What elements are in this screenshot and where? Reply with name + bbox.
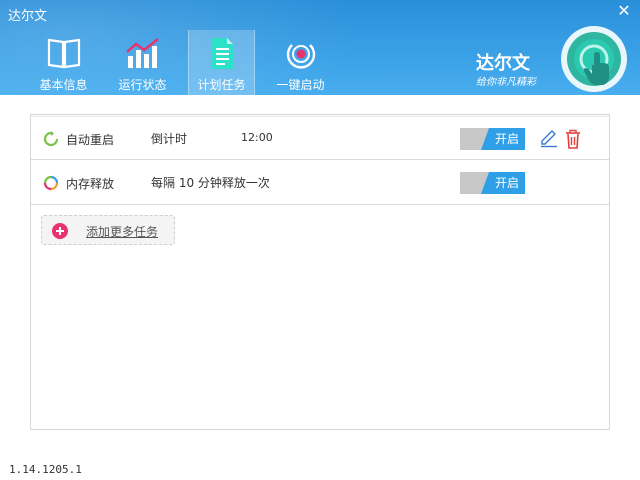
task-schedule: 倒计时 xyxy=(151,132,188,146)
plus-circle-icon xyxy=(52,223,68,239)
close-icon: ✕ xyxy=(617,1,631,20)
nav-item-run-status[interactable]: 运行状态 xyxy=(109,30,176,95)
toggle-on-label: 开启 xyxy=(481,172,525,194)
darwin-logo-icon xyxy=(561,26,627,92)
document-icon xyxy=(211,38,233,69)
nav-label: 计划任务 xyxy=(197,78,246,92)
add-task-label: 添加更多任务 xyxy=(86,225,159,239)
version-label: 1.14.1205.1 xyxy=(9,463,82,476)
brand-slogan: 给你非凡精彩 xyxy=(476,77,536,88)
task-toggle[interactable]: 开启 xyxy=(460,172,525,194)
book-icon xyxy=(47,38,80,69)
task-row-memory-release: 内存释放 每隔 10 分钟释放一次 开启 xyxy=(31,161,609,205)
task-row-auto-restart: 自动重启 倒计时 12:00 开启 xyxy=(31,116,609,160)
edit-pencil-icon[interactable] xyxy=(539,130,559,148)
close-button[interactable]: ✕ xyxy=(614,2,634,20)
nav-label: 运行状态 xyxy=(118,78,167,92)
main-nav: 基本信息 运行状态 计划任务 一键启动 xyxy=(30,30,334,95)
power-target-icon xyxy=(286,44,315,69)
trash-icon[interactable] xyxy=(564,129,582,149)
brand-name: 达尔文 xyxy=(476,53,530,74)
nav-item-basic-info[interactable]: 基本信息 xyxy=(30,30,97,95)
nav-item-one-click-start[interactable]: 一键启动 xyxy=(267,30,334,95)
task-name: 自动重启 xyxy=(66,133,115,147)
toggle-on-label: 开启 xyxy=(481,128,525,150)
memory-release-icon xyxy=(43,175,59,191)
task-time: 12:00 xyxy=(241,131,273,144)
task-list-panel: 自动重启 倒计时 12:00 开启 内存释放 每隔 10 分钟释放一次 开启 添… xyxy=(30,114,610,430)
nav-label: 基本信息 xyxy=(39,78,88,92)
title-bar-header: 达尔文 ✕ 基本信息 运行状态 计划任务 一键启动 达尔文 给你非凡精彩 xyxy=(0,0,640,95)
restart-icon xyxy=(43,131,59,147)
nav-label: 一键启动 xyxy=(276,78,325,92)
task-toggle[interactable]: 开启 xyxy=(460,128,525,150)
add-task-button[interactable]: 添加更多任务 xyxy=(41,215,175,245)
task-name: 内存释放 xyxy=(66,177,115,191)
chart-icon xyxy=(125,38,159,68)
window-title: 达尔文 xyxy=(8,9,48,24)
task-schedule: 每隔 10 分钟释放一次 xyxy=(151,176,270,190)
nav-item-scheduled-tasks[interactable]: 计划任务 xyxy=(188,30,255,95)
brand-area: 达尔文 给你非凡精彩 xyxy=(468,22,628,92)
